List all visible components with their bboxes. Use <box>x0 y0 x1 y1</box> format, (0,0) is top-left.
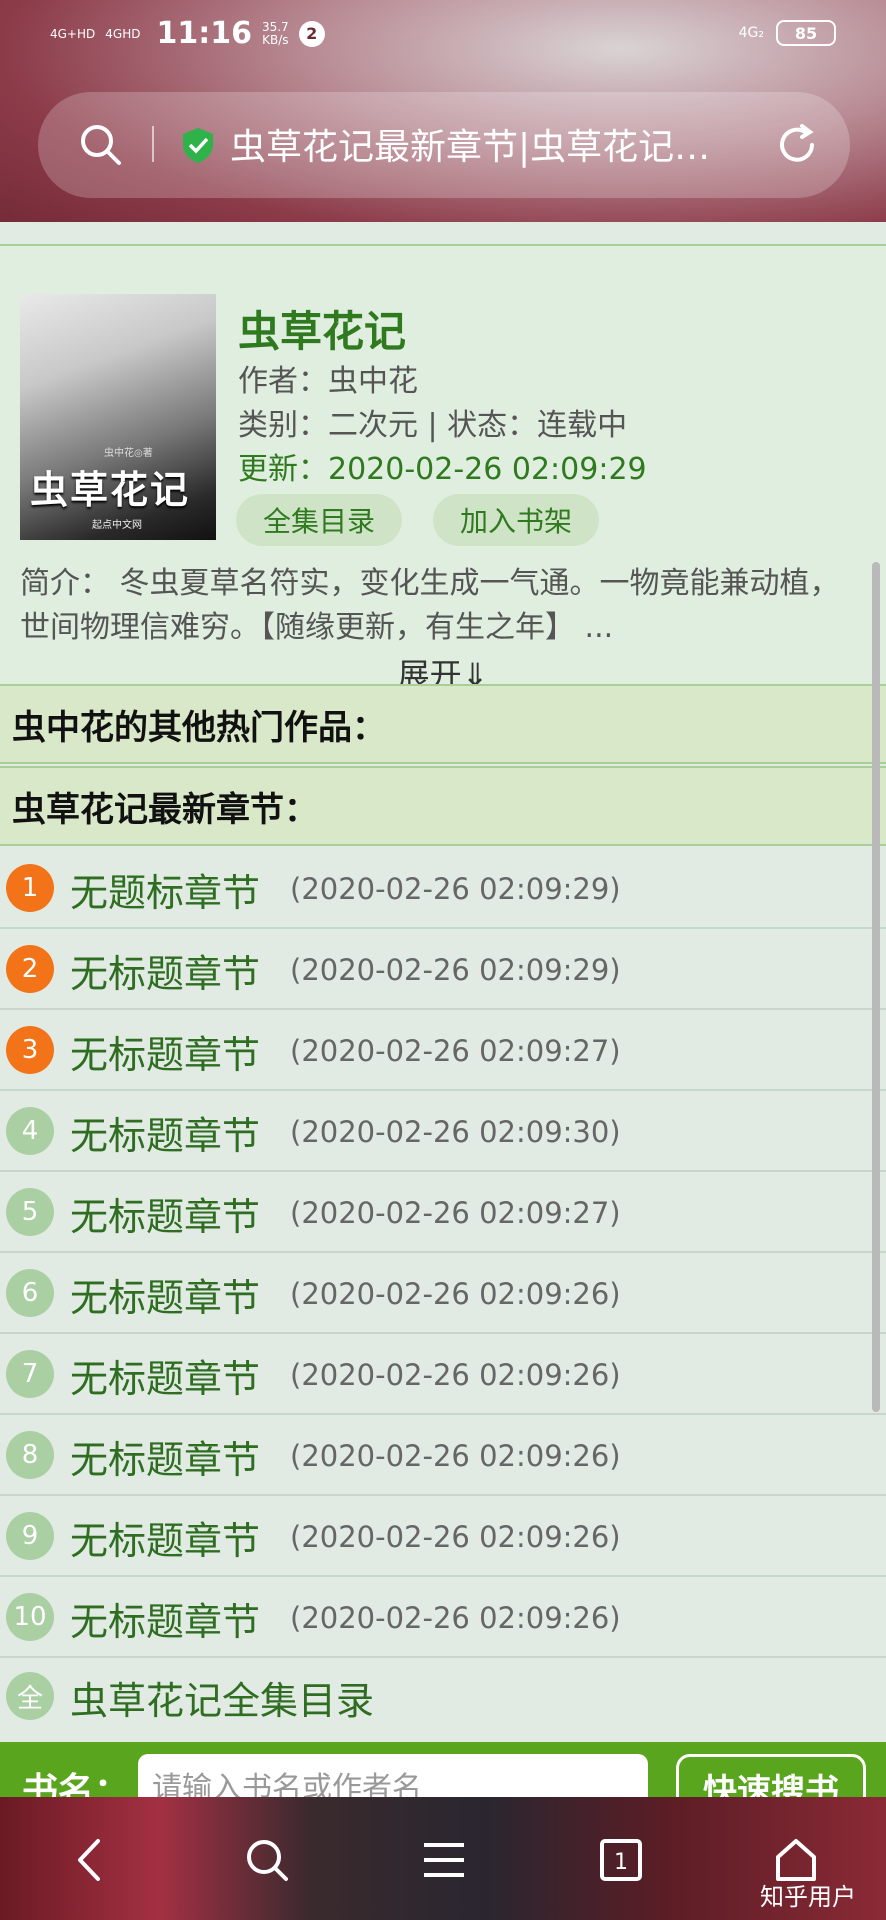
search-icon[interactable] <box>242 1835 292 1889</box>
tabs-icon[interactable]: 1 <box>598 1835 644 1889</box>
chapter-link[interactable]: 无标题章节 <box>70 1348 260 1403</box>
browser-bottom-nav: 1 知乎用户 <box>0 1797 886 1920</box>
status-bar: 4G+HD 4GHD 11:16 35.7 KB/s 2 4G₂ 85 <box>0 0 886 70</box>
chapter-number: 1 <box>6 864 54 912</box>
chapter-date: (2020-02-26 02:09:26) <box>290 1439 621 1473</box>
chapter-number: 5 <box>6 1188 54 1236</box>
cover-title-text: 虫草花记 <box>30 467 191 512</box>
book-intro: 简介： 冬虫夏草名符实，变化生成一气通。一物竟能兼动植，世间物理信难穷。【随缘更… <box>20 566 840 645</box>
book-title: 虫草花记 <box>238 307 407 356</box>
chapter-link[interactable]: 无标题章节 <box>70 1429 260 1484</box>
book-cover-image[interactable]: 虫中花◎著 虫草花记 起点中文网 <box>20 294 216 540</box>
signal-1-label: 4G+HD <box>50 26 96 41</box>
book-search-bar: 书名： 快速搜书 <box>0 1742 886 1797</box>
chapter-number: 7 <box>6 1350 54 1398</box>
notification-badge: 2 <box>298 20 325 47</box>
catalog-button[interactable]: 全集目录 <box>236 494 402 546</box>
other-works-heading: 虫中花的其他热门作品： <box>0 684 886 764</box>
menu-icon[interactable] <box>420 1835 468 1889</box>
page-title[interactable]: 虫草花记最新章节|虫草花记… <box>230 118 780 170</box>
chapter-row[interactable]: 8 无标题章节 (2020-02-26 02:09:26) <box>0 1415 886 1496</box>
chapter-link[interactable]: 无标题章节 <box>70 1105 260 1160</box>
network-speed: 35.7 KB/s <box>261 19 289 47</box>
chapter-date: (2020-02-26 02:09:26) <box>290 1277 621 1311</box>
book-author: 作者：虫中花 <box>238 364 418 399</box>
full-catalog-link[interactable]: 虫草花记全集目录 <box>70 1670 374 1725</box>
chapter-row[interactable]: 6 无标题章节 (2020-02-26 02:09:26) <box>0 1253 886 1334</box>
book-updated: 更新：2020-02-26 02:09:29 <box>238 452 647 487</box>
chapter-link[interactable]: 无标题章节 <box>70 943 260 998</box>
quick-search-button[interactable]: 快速搜书 <box>676 1754 866 1797</box>
add-to-shelf-button[interactable]: 加入书架 <box>433 494 599 546</box>
chapter-link[interactable]: 无标题章节 <box>70 1024 260 1079</box>
chapter-number: 6 <box>6 1269 54 1317</box>
chapter-date: (2020-02-26 02:09:29) <box>290 953 621 987</box>
chapter-row[interactable]: 5 无标题章节 (2020-02-26 02:09:27) <box>0 1172 886 1253</box>
chapter-date: (2020-02-26 02:09:26) <box>290 1358 621 1392</box>
chapter-date: (2020-02-26 02:09:27) <box>290 1196 621 1230</box>
chapter-row[interactable]: 7 无标题章节 (2020-02-26 02:09:26) <box>0 1334 886 1415</box>
chapter-row[interactable]: 3 无标题章节 (2020-02-26 02:09:27) <box>0 1010 886 1091</box>
search-label: 书名： <box>22 1771 131 1797</box>
web-page: 虫中花◎著 虫草花记 起点中文网 虫草花记 作者：虫中花 类别：二次元 | 状态… <box>0 222 886 1797</box>
book-info-panel: 虫中花◎著 虫草花记 起点中文网 虫草花记 作者：虫中花 类别：二次元 | 状态… <box>0 244 886 694</box>
address-bar[interactable]: 虫草花记最新章节|虫草花记… <box>38 92 850 198</box>
chapter-link[interactable]: 无标题章节 <box>70 1510 260 1565</box>
signal-right-label: 4G₂ <box>738 25 764 41</box>
book-category: 类别：二次元 | 状态：连载中 <box>238 408 628 443</box>
secure-shield-icon <box>180 126 216 168</box>
page-scrollbar[interactable] <box>872 562 880 1412</box>
chapter-number: 4 <box>6 1107 54 1155</box>
full-catalog-row[interactable]: 全 虫草花记全集目录 <box>0 1658 886 1736</box>
chapter-list: 1 无题标章节 (2020-02-26 02:09:29) 2 无标题章节 (2020-… <box>0 848 886 1658</box>
chapter-date: (2020-02-26 02:09:27) <box>290 1034 621 1068</box>
chapter-number: 10 <box>6 1593 54 1641</box>
reload-icon[interactable] <box>772 120 822 174</box>
svg-text:1: 1 <box>614 1850 628 1875</box>
chapter-date: (2020-02-26 02:09:30) <box>290 1115 621 1149</box>
chapter-number: 9 <box>6 1512 54 1560</box>
chapter-date: (2020-02-26 02:09:29) <box>290 872 621 906</box>
chapter-number: 8 <box>6 1431 54 1479</box>
chapter-number: 3 <box>6 1026 54 1074</box>
back-icon[interactable] <box>70 1835 110 1889</box>
browser-top-area: 4G+HD 4GHD 11:16 35.7 KB/s 2 4G₂ 85 虫草花记最… <box>0 0 886 245</box>
chapter-row[interactable]: 4 无标题章节 (2020-02-26 02:09:30) <box>0 1091 886 1172</box>
chapter-row[interactable]: 2 无标题章节 (2020-02-26 02:09:29) <box>0 929 886 1010</box>
chapter-date: (2020-02-26 02:09:26) <box>290 1601 621 1635</box>
chapter-link[interactable]: 无标题章节 <box>70 1591 260 1646</box>
clock: 11:16 <box>156 16 252 51</box>
signal-2-label: 4GHD <box>105 26 141 41</box>
battery-indicator: 85 <box>776 20 836 46</box>
chapter-row[interactable]: 10 无标题章节 (2020-02-26 02:09:26) <box>0 1577 886 1658</box>
chapter-link[interactable]: 无题标章节 <box>70 862 260 917</box>
chapter-row[interactable]: 9 无标题章节 (2020-02-26 02:09:26) <box>0 1496 886 1577</box>
search-icon[interactable] <box>78 122 124 172</box>
address-divider <box>152 126 154 162</box>
chapter-link[interactable]: 无标题章节 <box>70 1267 260 1322</box>
watermark-text: 知乎用户 <box>760 1883 856 1911</box>
full-catalog-badge: 全 <box>6 1672 54 1720</box>
chapter-date: (2020-02-26 02:09:26) <box>290 1520 621 1554</box>
book-search-input[interactable] <box>138 1754 648 1797</box>
chapter-number: 2 <box>6 945 54 993</box>
latest-chapters-heading: 虫草花记最新章节： <box>0 766 886 846</box>
chapter-row[interactable]: 1 无题标章节 (2020-02-26 02:09:29) <box>0 848 886 929</box>
chapter-link[interactable]: 无标题章节 <box>70 1186 260 1241</box>
